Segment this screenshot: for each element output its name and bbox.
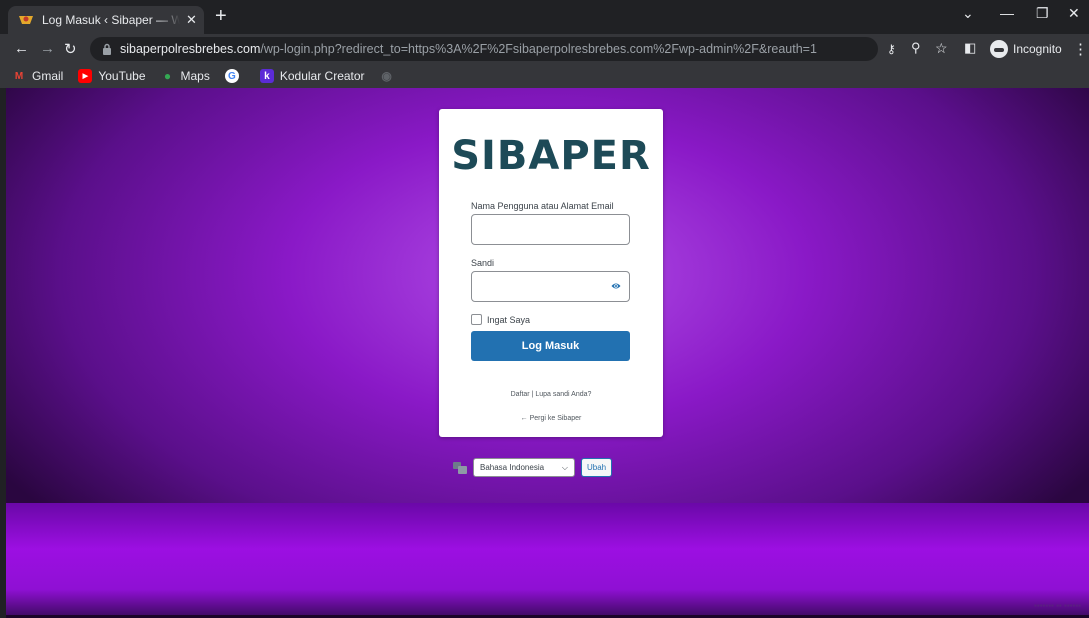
- password-label: Sandi: [471, 258, 495, 268]
- maps-icon: ●: [163, 69, 172, 83]
- chevron-down-icon: ⌵: [561, 462, 568, 472]
- bookmark-kodular[interactable]: k Kodular Creator: [259, 69, 365, 83]
- browser-tab[interactable]: Log Masuk ‹ Sibaper — WordPress ✕: [8, 6, 204, 34]
- page-background: ▪▪▪▪▪▪▪ ▪▪ ▪▪▪▪▪▪ SIBAPER Nama Pengguna …: [6, 88, 1089, 618]
- username-label: Nama Pengguna atau Alamat Email: [471, 201, 614, 211]
- login-button[interactable]: Log Masuk: [471, 331, 630, 361]
- powered-by-watermark: ▪▪▪▪▪▪▪ ▪▪ ▪▪▪▪▪▪: [1034, 601, 1081, 610]
- tab-title: Log Masuk ‹ Sibaper — WordPress: [42, 13, 180, 27]
- side-panel-icon[interactable]: ◧: [964, 40, 976, 56]
- lost-password-link[interactable]: Lupa sandi Anda?: [535, 391, 591, 398]
- bookmark-extra[interactable]: ◉: [380, 69, 400, 83]
- zoom-icon[interactable]: ⚲: [911, 40, 921, 56]
- address-bar[interactable]: sibaperpolresbrebes.com/wp-login.php?red…: [90, 37, 878, 61]
- bookmark-star-icon[interactable]: ☆: [935, 40, 948, 57]
- bookmark-label: Gmail: [32, 69, 64, 83]
- restore-icon[interactable]: ❐: [1036, 5, 1049, 22]
- bookmarks-bar: M Gmail ▶ YouTube ● Maps G k Kodular Cre…: [0, 64, 1089, 88]
- remember-me-label: Ingat Saya: [487, 314, 531, 325]
- incognito-label: Incognito: [1013, 42, 1062, 56]
- site-favicon-icon: [19, 16, 33, 24]
- login-form: SIBAPER Nama Pengguna atau Alamat Email …: [439, 109, 663, 437]
- login-links: Daftar | Lupa sandi Anda?: [439, 391, 663, 398]
- remember-me-checkbox[interactable]: [471, 314, 482, 325]
- bookmark-google[interactable]: G: [224, 69, 245, 83]
- password-key-icon[interactable]: ⚷: [887, 42, 896, 56]
- password-input[interactable]: [471, 271, 630, 302]
- bookmark-youtube[interactable]: ▶ YouTube: [78, 69, 146, 83]
- globe-bookmark-icon: ◉: [381, 69, 392, 83]
- browser-toolbar: ← → ↻ sibaperpolresbrebes.com/wp-login.p…: [0, 34, 1089, 64]
- tab-search-icon[interactable]: ⌄: [962, 5, 974, 22]
- back-to-site: ← Pergi ke Sibaper: [439, 415, 663, 422]
- bookmark-label: YouTube: [98, 69, 146, 83]
- show-password-eye-icon[interactable]: [611, 281, 621, 291]
- url-path: /wp-login.php?redirect_to=https%3A%2F%2F…: [260, 42, 817, 56]
- gmail-icon: M: [14, 70, 24, 82]
- bookmark-label: Maps: [180, 69, 210, 83]
- url-text: sibaperpolresbrebes.com/wp-login.php?red…: [120, 42, 817, 56]
- incognito-icon: [990, 40, 1008, 58]
- language-switcher: Bahasa Indonesia ⌵ Ubah: [453, 458, 613, 477]
- bookmark-label: Kodular Creator: [279, 69, 365, 83]
- back-to-site-link[interactable]: ← Pergi ke Sibaper: [521, 415, 582, 422]
- incognito-indicator[interactable]: Incognito: [990, 40, 1062, 58]
- username-input[interactable]: [471, 214, 630, 245]
- floor-gradient: [6, 503, 1089, 618]
- google-icon: G: [224, 69, 239, 83]
- bookmark-gmail[interactable]: M Gmail: [12, 69, 64, 83]
- youtube-icon: ▶: [78, 69, 93, 83]
- kodular-icon: k: [259, 69, 274, 83]
- register-link[interactable]: Daftar: [511, 391, 530, 398]
- window-close-icon[interactable]: ✕: [1068, 5, 1080, 22]
- minimize-icon[interactable]: —: [1000, 5, 1014, 21]
- bookmark-maps[interactable]: ● Maps: [161, 69, 210, 83]
- site-logo[interactable]: SIBAPER: [439, 133, 663, 179]
- forward-arrow-icon[interactable]: →: [40, 40, 55, 57]
- new-tab-button[interactable]: +: [215, 5, 227, 28]
- remember-me[interactable]: Ingat Saya: [471, 314, 530, 325]
- translation-icon: [453, 461, 467, 474]
- change-language-button[interactable]: Ubah: [581, 458, 613, 477]
- language-select[interactable]: Bahasa Indonesia ⌵: [473, 458, 575, 477]
- back-arrow-icon[interactable]: ←: [14, 40, 29, 57]
- url-host: sibaperpolresbrebes.com: [120, 42, 261, 56]
- browser-menu-icon[interactable]: ⋮: [1073, 40, 1088, 58]
- reload-icon[interactable]: ↻: [64, 40, 77, 58]
- language-selected-value: Bahasa Indonesia: [480, 463, 545, 472]
- tab-close-icon[interactable]: ✕: [186, 12, 197, 28]
- lock-icon: [103, 43, 111, 55]
- tab-strip: Log Masuk ‹ Sibaper — WordPress ✕ + ⌄ — …: [0, 0, 1089, 34]
